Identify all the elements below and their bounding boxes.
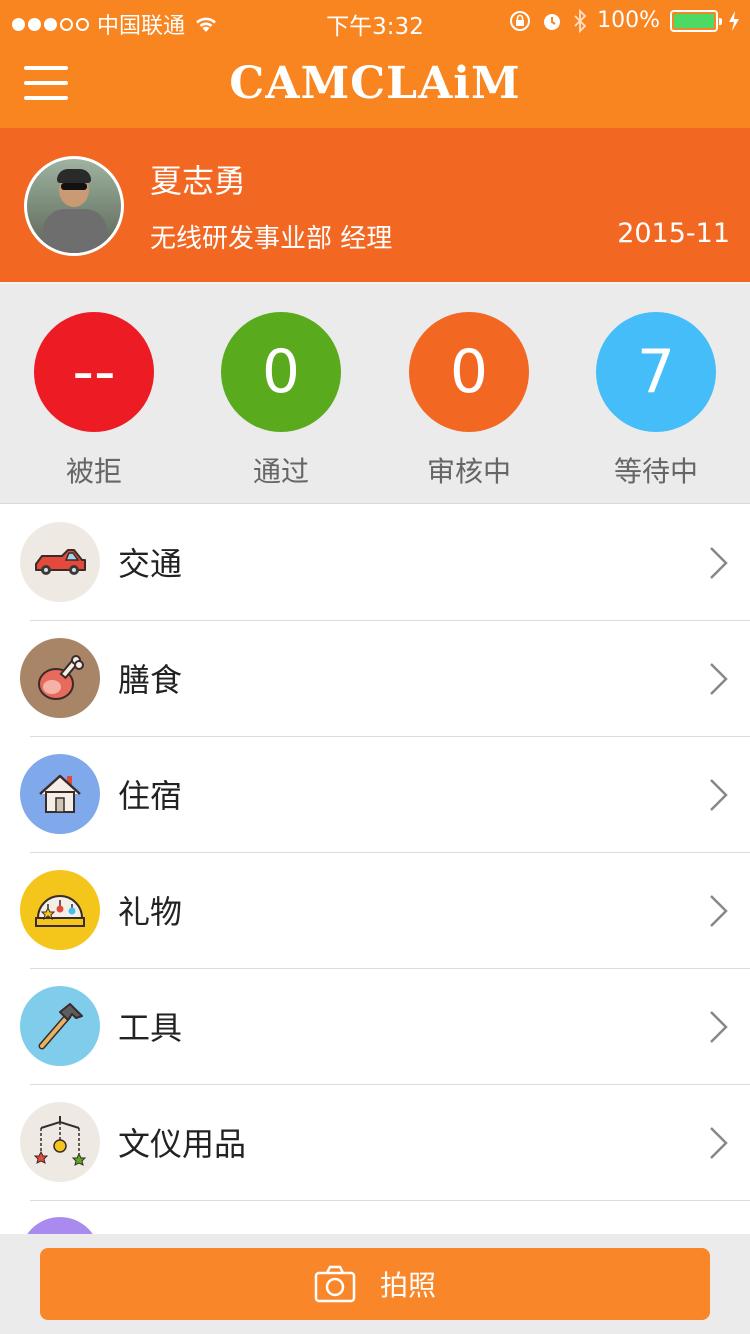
category-item-gifts[interactable]: 礼物	[0, 853, 750, 969]
nav-bar: CAMCLAiM	[0, 40, 750, 128]
status-bar: 中国联通 下午3:32 100%	[0, 0, 750, 40]
user-name: 夏志勇	[150, 162, 247, 200]
stat-rejected[interactable]: -- 被拒	[34, 312, 154, 490]
chevron-right-icon	[710, 547, 728, 579]
stationery-icon	[20, 1102, 100, 1182]
bottom-bar: 拍照	[0, 1234, 750, 1334]
category-item-transport[interactable]: 交通	[0, 505, 750, 621]
category-label: 文仪用品	[118, 1125, 247, 1163]
bluetooth-icon	[574, 8, 587, 33]
profile-header: 夏志勇 无线研发事业部 经理 2015-11	[0, 128, 750, 282]
claim-period[interactable]: 2015-11	[617, 218, 730, 249]
category-list: 交通 膳食 住宿 礼物 工具 文仪用品	[0, 505, 750, 1201]
category-item-lodging[interactable]: 住宿	[0, 737, 750, 853]
alarm-icon	[544, 13, 561, 30]
stat-under-review[interactable]: 0 审核中	[409, 312, 529, 490]
category-label: 交通	[118, 545, 183, 583]
chevron-right-icon	[710, 779, 728, 811]
status-indicators: 100%	[509, 8, 740, 33]
category-label: 膳食	[118, 661, 183, 699]
gift-icon	[20, 870, 100, 950]
category-label: 工具	[118, 1009, 183, 1047]
battery-icon	[670, 9, 722, 32]
take-photo-label: 拍照	[379, 1269, 436, 1302]
category-item-tools[interactable]: 工具	[0, 969, 750, 1085]
house-icon	[20, 754, 100, 834]
stat-value: --	[34, 312, 154, 432]
avatar[interactable]	[24, 156, 124, 256]
stat-label: 通过	[252, 455, 309, 488]
take-photo-button[interactable]: 拍照	[40, 1248, 710, 1320]
chevron-right-icon	[710, 1127, 728, 1159]
category-item-stationery[interactable]: 文仪用品	[0, 1085, 750, 1201]
stat-value: 0	[221, 312, 341, 432]
stat-approved[interactable]: 0 通过	[221, 312, 341, 490]
app-logo: CAMCLAiM	[229, 58, 521, 109]
top-bar: 中国联通 下午3:32 100% CAMCLAiM	[0, 0, 750, 128]
claim-stats: -- 被拒 0 通过 0 审核中 7 等待中	[0, 282, 750, 504]
user-department: 无线研发事业部 经理	[150, 224, 393, 254]
stat-label: 等待中	[613, 455, 698, 488]
stat-value: 0	[409, 312, 529, 432]
stat-label: 审核中	[426, 455, 511, 488]
camera-icon	[314, 1265, 356, 1303]
charging-icon	[729, 10, 739, 31]
category-item-meals[interactable]: 膳食	[0, 621, 750, 737]
stat-label: 被拒	[65, 455, 122, 488]
rotation-lock-icon	[510, 10, 531, 31]
car-icon	[20, 522, 100, 602]
battery-percent: 100%	[597, 8, 660, 33]
hammer-icon	[20, 986, 100, 1066]
category-label: 礼物	[118, 893, 183, 931]
stat-value: 7	[596, 312, 716, 432]
chevron-right-icon	[710, 663, 728, 695]
chevron-right-icon	[710, 895, 728, 927]
meat-icon	[20, 638, 100, 718]
stat-pending[interactable]: 7 等待中	[596, 312, 716, 490]
category-label: 住宿	[118, 777, 183, 815]
chevron-right-icon	[710, 1011, 728, 1043]
